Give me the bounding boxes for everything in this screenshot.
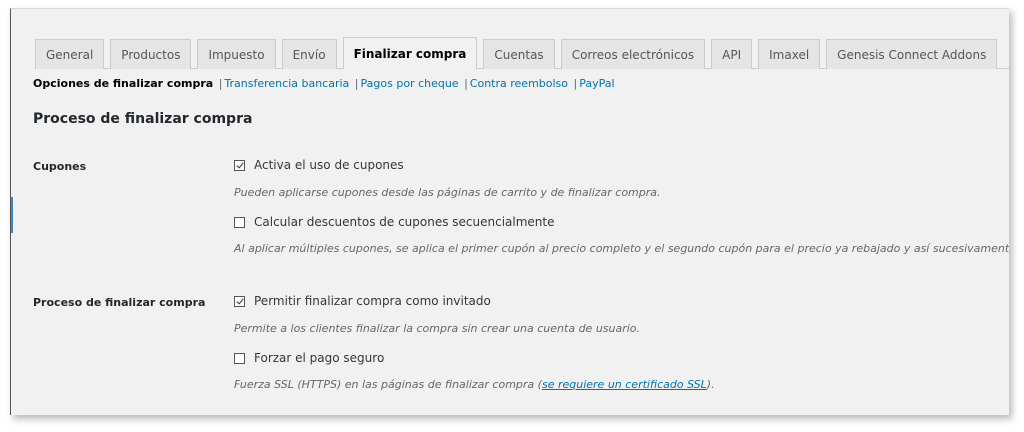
force-secure-field[interactable]: Forzar el pago seguro xyxy=(234,351,384,365)
ssl-certificate-link[interactable]: se requiere un certificado SSL xyxy=(542,378,707,391)
enable-coupons-field[interactable]: Activa el uso de cupones xyxy=(234,158,404,172)
subnav-paypal[interactable]: PayPal xyxy=(579,77,614,90)
force-secure-label[interactable]: Forzar el pago seguro xyxy=(254,351,384,365)
checkout-process-label: Proceso de finalizar compra xyxy=(33,296,206,309)
enable-coupons-description: Pueden aplicarse cupones desde las págin… xyxy=(234,186,661,199)
coupons-label: Cupones xyxy=(33,160,87,173)
tab-finalizar-compra[interactable]: Finalizar compra xyxy=(342,37,478,69)
tab-cuentas[interactable]: Cuentas xyxy=(483,39,555,69)
tab-genesis-connect[interactable]: Genesis Connect Addons xyxy=(826,39,998,69)
tab-impuesto[interactable]: Impuesto xyxy=(197,39,276,69)
left-accent-bar xyxy=(11,197,13,233)
tab-general[interactable]: General xyxy=(35,39,105,69)
guest-checkout-label[interactable]: Permitir finalizar compra como invitado xyxy=(254,294,491,308)
tab-productos[interactable]: Productos xyxy=(110,39,192,69)
settings-window: General Productos Impuesto Envío Finaliz… xyxy=(10,8,1009,415)
subnav-contra-reembolso[interactable]: Contra reembolso xyxy=(470,77,568,90)
sequential-coupons-checkbox[interactable] xyxy=(234,216,245,228)
guest-checkout-field[interactable]: Permitir finalizar compra como invitado xyxy=(234,294,491,308)
subnav-separator: | xyxy=(218,77,223,90)
tab-imaxel[interactable]: Imaxel xyxy=(758,39,821,69)
enable-coupons-label[interactable]: Activa el uso de cupones xyxy=(254,158,404,172)
sequential-coupons-field[interactable]: Calcular descuentos de cupones secuencia… xyxy=(234,215,555,229)
guest-checkout-checkbox[interactable] xyxy=(234,295,245,307)
force-secure-checkbox[interactable] xyxy=(234,352,245,364)
checkout-subnav: Opciones de finalizar compra | Transferen… xyxy=(33,77,615,90)
tab-envio[interactable]: Envío xyxy=(281,39,337,69)
subnav-transferencia[interactable]: Transferencia bancaria xyxy=(224,77,349,90)
settings-tabs: General Productos Impuesto Envío Finaliz… xyxy=(35,37,1009,69)
sequential-coupons-description: Al aplicar múltiples cupones, se aplica … xyxy=(234,242,1009,255)
force-secure-desc-suffix: ). xyxy=(706,378,715,391)
subnav-separator: | xyxy=(354,77,359,90)
tab-correos[interactable]: Correos electrónicos xyxy=(560,39,706,69)
subnav-current[interactable]: Opciones de finalizar compra xyxy=(33,77,213,90)
guest-checkout-description: Permite a los clientes finalizar la comp… xyxy=(234,322,641,335)
subnav-separator: | xyxy=(464,77,468,90)
section-title: Proceso de finalizar compra xyxy=(33,111,253,127)
force-secure-description: Fuerza SSL (HTTPS) en las páginas de fin… xyxy=(234,378,715,391)
subnav-cheque[interactable]: Pagos por cheque xyxy=(361,77,459,90)
tab-api[interactable]: API xyxy=(711,39,753,69)
subnav-separator: | xyxy=(573,77,578,90)
enable-coupons-checkbox[interactable] xyxy=(234,159,245,171)
sequential-coupons-label[interactable]: Calcular descuentos de cupones secuencia… xyxy=(254,215,555,229)
force-secure-desc-prefix: Fuerza SSL (HTTPS) en las páginas de fin… xyxy=(234,378,542,391)
